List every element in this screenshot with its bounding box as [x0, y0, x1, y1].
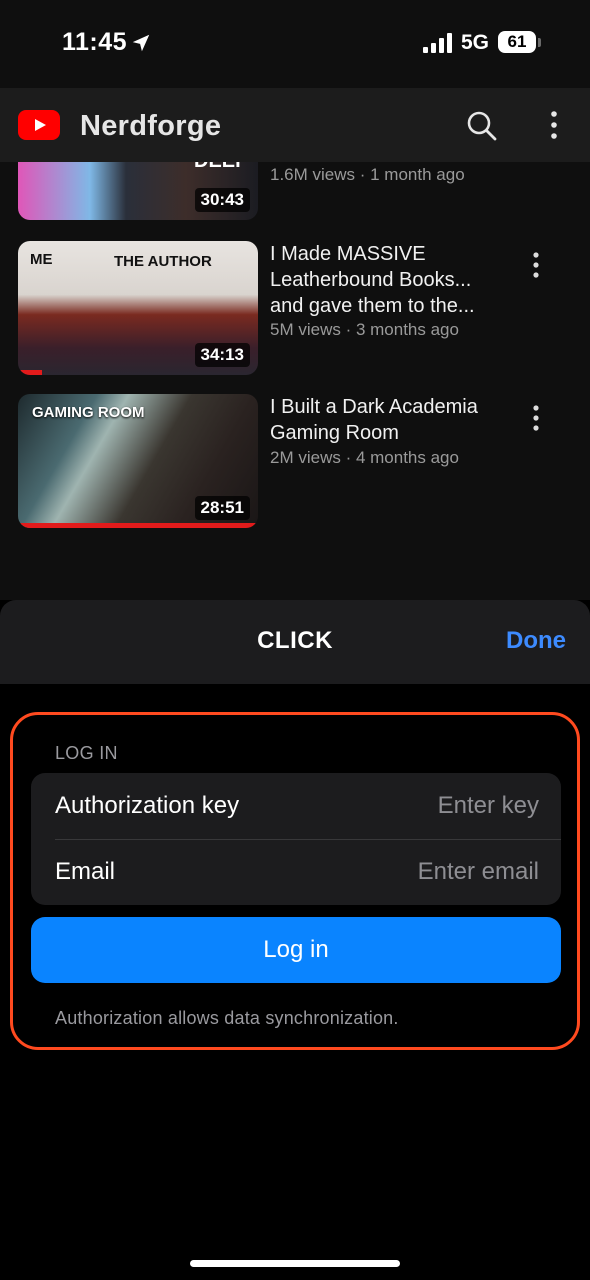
sheet-title: CLICK — [257, 627, 333, 654]
more-vert-icon[interactable] — [528, 404, 544, 432]
watch-progress-bar — [18, 370, 42, 375]
cellular-signal-icon — [423, 33, 452, 53]
video-duration: 30:43 — [194, 188, 250, 212]
video-meta: 2M views · 4 months ago — [270, 448, 459, 467]
login-form: Authorization key Email — [31, 773, 561, 905]
home-indicator — [190, 1260, 400, 1267]
thumbnail-label: ME — [30, 251, 53, 268]
status-bar: 11:45 5G 61 — [0, 0, 590, 88]
video-item[interactable]: GAMING ROOM 28:51 I Built a Dark Academi… — [0, 394, 590, 530]
battery-tip — [538, 38, 541, 47]
more-vert-icon[interactable] — [528, 251, 544, 279]
email-input[interactable] — [339, 851, 539, 893]
thumbnail-label: THE AUTHOR — [114, 253, 212, 270]
more-vert-icon[interactable] — [540, 110, 568, 140]
video-title[interactable]: I Built a Dark Academia Gaming Room — [270, 394, 506, 446]
battery-icon: 61 — [498, 31, 536, 53]
app-header: Nerdforge — [0, 88, 590, 162]
youtube-logo-icon — [18, 110, 60, 140]
status-time: 11:45 — [62, 28, 128, 56]
thumbnail-label: GAMING ROOM — [32, 404, 145, 421]
done-button[interactable]: Done — [506, 627, 566, 655]
email-label: Email — [55, 858, 116, 885]
video-duration: 34:13 — [194, 343, 250, 367]
section-label: LOG IN — [55, 743, 118, 763]
video-item[interactable]: ME THE AUTHOR 34:13 I Made MASSIVE Leath… — [0, 241, 590, 377]
video-thumbnail[interactable]: GAMING ROOM 28:51 — [18, 394, 258, 528]
email-row[interactable]: Email — [31, 839, 561, 905]
authorization-key-row[interactable]: Authorization key — [31, 773, 561, 839]
watch-progress-bar — [18, 523, 258, 528]
video-list[interactable]: DEEP 30:43 1.6M views · 1 month ago ME T… — [0, 88, 590, 600]
login-section: LOG IN Authorization key Email Log in Au… — [10, 712, 580, 1050]
sheet-header: CLICK Done — [0, 600, 590, 684]
video-thumbnail[interactable]: ME THE AUTHOR 34:13 — [18, 241, 258, 375]
location-arrow-icon — [132, 34, 150, 52]
video-meta: 5M views · 3 months ago — [270, 320, 459, 339]
video-duration: 28:51 — [194, 496, 250, 520]
authorization-key-input[interactable] — [339, 785, 539, 827]
channel-name[interactable]: Nerdforge — [80, 110, 221, 143]
network-type: 5G — [461, 31, 490, 54]
video-title[interactable]: I Made MASSIVE Leatherbound Books... and… — [270, 241, 506, 319]
authorization-key-label: Authorization key — [55, 792, 240, 819]
video-meta: 1.6M views · 1 month ago — [270, 165, 465, 184]
search-icon[interactable] — [466, 110, 498, 142]
login-button[interactable]: Log in — [31, 917, 561, 983]
login-footnote: Authorization allows data synchronizatio… — [55, 1008, 399, 1028]
